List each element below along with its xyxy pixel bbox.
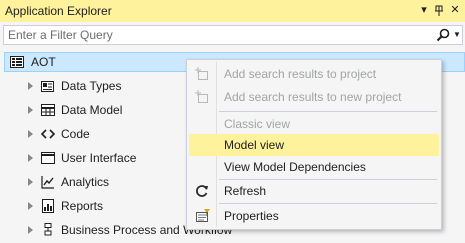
tool-window-title-bar: Application Explorer ▾ ✕ bbox=[0, 0, 465, 22]
menu-separator bbox=[219, 111, 437, 112]
analytics-icon bbox=[41, 175, 55, 189]
data-model-icon bbox=[41, 103, 55, 117]
search-options-dropdown[interactable]: ▼ bbox=[453, 28, 461, 42]
properties-icon bbox=[195, 209, 210, 223]
context-menu: Add search results to project Add search… bbox=[186, 59, 442, 230]
reports-icon bbox=[41, 199, 55, 213]
refresh-icon bbox=[195, 184, 209, 198]
add-to-project-icon bbox=[195, 67, 209, 81]
close-icon[interactable]: ✕ bbox=[448, 3, 462, 18]
menu-item-label: Properties bbox=[224, 209, 279, 223]
add-to-new-project-icon bbox=[195, 90, 209, 104]
code-icon bbox=[40, 127, 56, 141]
menu-item-label: View Model Dependencies bbox=[224, 160, 366, 174]
expand-arrow-icon[interactable] bbox=[28, 106, 33, 114]
menu-item-label: Model view bbox=[224, 138, 285, 152]
expand-arrow-icon[interactable] bbox=[28, 130, 33, 138]
expand-arrow-icon[interactable] bbox=[28, 202, 33, 210]
tree-node-label: User Interface bbox=[61, 151, 137, 165]
search-icon[interactable] bbox=[436, 28, 450, 42]
aot-icon bbox=[10, 56, 24, 68]
menu-item-label: Add search results to new project bbox=[224, 90, 402, 104]
menu-item-view-model-dependencies[interactable]: View Model Dependencies bbox=[189, 156, 439, 178]
tree-node-label: Data Types bbox=[61, 79, 122, 93]
tree-root-label: AOT bbox=[31, 55, 56, 69]
window-options-dropdown[interactable]: ▾ bbox=[417, 3, 431, 18]
pin-icon[interactable] bbox=[432, 3, 446, 18]
menu-item-label: Add search results to project bbox=[224, 67, 377, 81]
expand-arrow-icon[interactable] bbox=[28, 82, 33, 90]
expand-arrow-icon[interactable] bbox=[28, 154, 33, 162]
menu-item-add-search-results-to-new-project[interactable]: Add search results to new project bbox=[189, 86, 439, 108]
tree-node-label: Reports bbox=[61, 199, 104, 213]
menu-item-properties[interactable]: Properties bbox=[189, 205, 439, 227]
user-interface-icon bbox=[41, 151, 55, 165]
menu-item-label: Classic view bbox=[224, 117, 291, 131]
expand-arrow-icon[interactable] bbox=[28, 226, 33, 234]
data-types-icon bbox=[41, 79, 55, 93]
tree-node-label: Analytics bbox=[61, 175, 110, 189]
menu-item-label: Refresh bbox=[224, 184, 267, 198]
menu-item-model-view[interactable]: Model view bbox=[189, 134, 439, 156]
tree-node-label: Data Model bbox=[61, 103, 123, 117]
filter-query-input[interactable] bbox=[4, 26, 428, 44]
filter-query-box[interactable]: ▼ bbox=[3, 25, 463, 45]
menu-item-refresh[interactable]: Refresh bbox=[189, 180, 439, 202]
tree-node-label: Code bbox=[61, 127, 90, 141]
menu-separator bbox=[219, 203, 437, 204]
business-process-icon bbox=[41, 223, 55, 237]
expand-arrow-icon[interactable] bbox=[28, 178, 33, 186]
window-title: Application Explorer bbox=[5, 4, 112, 18]
menu-item-classic-view[interactable]: Classic view bbox=[189, 113, 439, 135]
menu-item-add-search-results-to-project[interactable]: Add search results to project bbox=[189, 63, 439, 85]
